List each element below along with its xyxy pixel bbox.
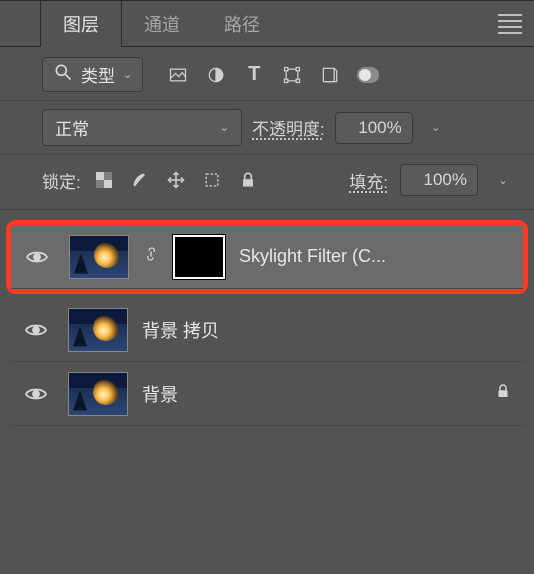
chevron-down-icon: ⌄ <box>123 68 132 81</box>
lock-icon <box>494 382 512 405</box>
tab-channels[interactable]: 通道 <box>122 1 202 46</box>
layer-name[interactable]: 背景 拷贝 <box>142 317 512 343</box>
layer-list: Skylight Filter (C... 背景 拷贝 背景 <box>0 210 534 426</box>
blend-mode-value: 正常 <box>55 115 89 140</box>
lock-artboard-icon[interactable] <box>201 169 223 191</box>
layer-row[interactable]: 背景 <box>10 362 524 426</box>
filter-pixel-icon[interactable] <box>167 64 189 86</box>
lock-position-icon[interactable] <box>165 169 187 191</box>
lock-all-icon[interactable] <box>237 169 259 191</box>
layer-row[interactable]: 背景 拷贝 <box>10 298 524 362</box>
lock-row: 锁定: 填充: 100% ⌄ <box>0 155 534 210</box>
link-icon[interactable] <box>143 246 159 267</box>
opacity-label[interactable]: 不透明度: <box>252 115 325 140</box>
filter-type-icons: T <box>167 64 379 86</box>
visibility-toggle-icon[interactable] <box>19 239 55 275</box>
fill-value[interactable]: 100% <box>400 164 478 196</box>
filter-smartobject-icon[interactable] <box>319 64 341 86</box>
filter-adjustment-icon[interactable] <box>205 64 227 86</box>
filter-shape-icon[interactable] <box>281 64 303 86</box>
visibility-toggle-icon[interactable] <box>18 312 54 348</box>
panel-tabs: 图层 通道 路径 <box>0 1 534 47</box>
lock-label: 锁定: <box>42 168 81 193</box>
filter-row: 类型 ⌄ T <box>0 47 534 101</box>
layer-thumbnail[interactable] <box>68 308 128 352</box>
filter-kind-select[interactable]: 类型 ⌄ <box>42 57 143 92</box>
chevron-down-icon: ⌄ <box>220 121 229 134</box>
filter-toggle[interactable] <box>357 64 379 86</box>
fill-label[interactable]: 填充: <box>349 168 388 193</box>
filter-type-text-icon[interactable]: T <box>243 64 265 86</box>
blend-mode-select[interactable]: 正常 ⌄ <box>42 109 242 146</box>
lock-transparent-icon[interactable] <box>93 169 115 191</box>
layer-thumbnail[interactable] <box>68 372 128 416</box>
opacity-chevron-icon[interactable]: ⌄ <box>423 111 449 145</box>
tutorial-highlight: Skylight Filter (C... <box>6 220 528 294</box>
tab-paths[interactable]: 路径 <box>202 1 282 46</box>
layer-thumbnail[interactable] <box>69 235 129 279</box>
layer-mask-thumbnail[interactable] <box>173 235 225 279</box>
opacity-value[interactable]: 100% <box>335 112 413 144</box>
lock-pixels-icon[interactable] <box>129 169 151 191</box>
visibility-toggle-icon[interactable] <box>18 376 54 412</box>
layer-name[interactable]: Skylight Filter (C... <box>239 246 511 267</box>
layers-panel: 图层 通道 路径 类型 ⌄ T <box>0 0 534 574</box>
fill-chevron-icon[interactable]: ⌄ <box>490 163 516 197</box>
layer-row[interactable]: Skylight Filter (C... <box>11 225 523 289</box>
layer-name[interactable]: 背景 <box>142 381 480 407</box>
panel-menu-icon[interactable] <box>498 14 522 34</box>
blend-row: 正常 ⌄ 不透明度: 100% ⌄ <box>0 101 534 155</box>
search-icon <box>53 62 73 87</box>
tab-layers[interactable]: 图层 <box>40 1 122 46</box>
filter-kind-label: 类型 <box>81 62 115 87</box>
